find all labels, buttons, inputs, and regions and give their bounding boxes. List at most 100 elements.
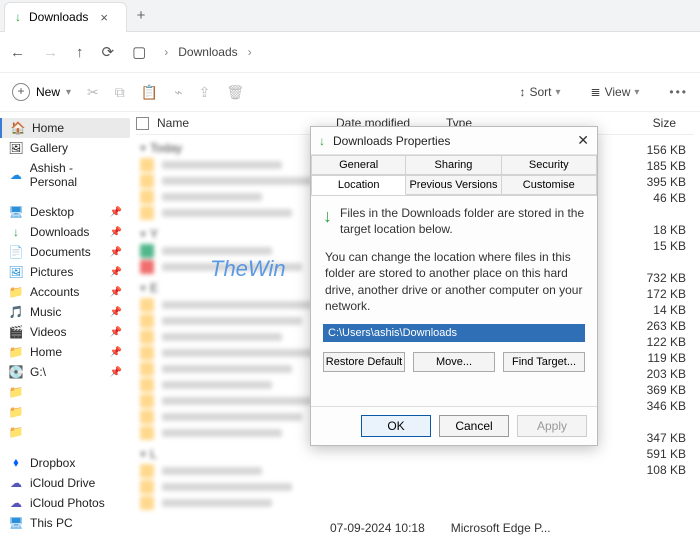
- tab-general[interactable]: General: [311, 155, 406, 175]
- pin-icon: 📌: [110, 287, 122, 298]
- apply-button[interactable]: Apply: [517, 415, 587, 437]
- close-tab-icon[interactable]: ×: [96, 10, 112, 25]
- file-type: Microsoft Edge P...: [451, 521, 551, 535]
- find-target-button[interactable]: Find Target...: [503, 352, 585, 372]
- pin-icon: 📌: [110, 247, 122, 258]
- more-icon[interactable]: •••: [669, 85, 688, 99]
- sidebar-item-music[interactable]: 🎵Music📌: [0, 302, 130, 322]
- sort-button[interactable]: ↕ Sort ▾: [519, 85, 560, 99]
- paste-icon[interactable]: 📋: [141, 84, 158, 101]
- move-button[interactable]: Move...: [413, 352, 495, 372]
- sidebar-item-pictures[interactable]: 🖼Pictures📌: [0, 262, 130, 282]
- download-icon: ↓: [8, 225, 24, 239]
- download-icon: ↓: [323, 206, 332, 227]
- forward-icon[interactable]: →: [43, 44, 58, 61]
- tab-strip: General Sharing Security Location Previo…: [311, 155, 597, 196]
- tab-sharing[interactable]: Sharing: [406, 155, 501, 175]
- share-icon[interactable]: ⇪: [199, 84, 211, 101]
- sidebar-item-thispc[interactable]: 🖥This PC: [0, 513, 130, 533]
- pin-icon: 📌: [110, 207, 122, 218]
- breadcrumb-downloads[interactable]: Downloads: [178, 45, 237, 59]
- tab-customise[interactable]: Customise: [502, 175, 597, 195]
- pc-icon: 🖥: [8, 516, 24, 530]
- pin-icon: 📌: [110, 267, 122, 278]
- folder-icon: 📁: [8, 405, 24, 419]
- tab-previous-versions[interactable]: Previous Versions: [406, 175, 501, 195]
- dropbox-icon: ⬧: [8, 455, 24, 470]
- new-tab-button[interactable]: +: [127, 7, 155, 24]
- sidebar-item-desktop[interactable]: 🖥Desktop📌: [0, 202, 130, 222]
- music-icon: 🎵: [8, 305, 24, 319]
- properties-dialog: ↓ Downloads Properties ✕ General Sharing…: [310, 126, 598, 446]
- sort-icon: ↕: [519, 85, 525, 99]
- sidebar-item-folder[interactable]: 📁: [0, 402, 130, 422]
- cloud-icon: ☁: [8, 496, 24, 510]
- view-icon: ≣: [591, 85, 601, 99]
- pin-icon: 📌: [110, 227, 122, 238]
- sidebar-item-home2[interactable]: 📁Home📌: [0, 342, 130, 362]
- chevron-right-icon[interactable]: ›: [164, 45, 168, 59]
- folder-icon: 📁: [8, 425, 24, 439]
- cancel-button[interactable]: Cancel: [439, 415, 509, 437]
- cut-icon[interactable]: ✂: [87, 84, 99, 101]
- view-button[interactable]: ≣ View ▾: [591, 85, 640, 99]
- sidebar-item-videos[interactable]: 🎬Videos📌: [0, 322, 130, 342]
- chevron-right-icon[interactable]: ›: [248, 45, 252, 59]
- sidebar-item-folder[interactable]: 📁: [0, 382, 130, 402]
- pin-icon: 📌: [110, 307, 122, 318]
- sidebar-item-documents[interactable]: 📄Documents📌: [0, 242, 130, 262]
- chevron-down-icon: ▾: [66, 87, 71, 98]
- info-line-1: Files in the Downloads folder are stored…: [340, 206, 585, 237]
- download-icon: ↓: [15, 10, 21, 24]
- folder-icon: 📁: [8, 285, 24, 299]
- drive-icon: 💽: [8, 365, 24, 379]
- sidebar-item-dropbox[interactable]: ⬧Dropbox: [0, 452, 130, 473]
- sidebar-item-onedrive[interactable]: ☁Ashish - Personal: [0, 158, 130, 192]
- cloud-icon: ☁: [8, 168, 24, 182]
- gallery-icon: 🖼: [8, 141, 24, 155]
- select-all-checkbox[interactable]: [136, 117, 149, 130]
- pin-icon: 📌: [110, 347, 122, 358]
- restore-default-button[interactable]: Restore Default: [323, 352, 405, 372]
- chevron-down-icon: ▾: [634, 87, 639, 98]
- navigation-pane: 🏠Home 🖼Gallery ☁Ashish - Personal 🖥Deskt…: [0, 112, 130, 539]
- tab-security[interactable]: Security: [502, 155, 597, 175]
- location-path-input[interactable]: [323, 324, 585, 342]
- copy-icon[interactable]: ⧉: [115, 84, 125, 101]
- col-name[interactable]: Name: [157, 116, 189, 130]
- cloud-icon: ☁: [8, 476, 24, 490]
- sidebar-item-gdrive[interactable]: 💽G:\📌: [0, 362, 130, 382]
- delete-icon[interactable]: 🗑: [226, 84, 244, 101]
- tab-location[interactable]: Location: [311, 175, 406, 195]
- home-icon: 🏠: [10, 121, 26, 135]
- tab-label: Downloads: [29, 10, 88, 24]
- download-icon: ↓: [319, 134, 325, 148]
- pin-icon: 📌: [110, 367, 122, 378]
- video-icon: 🎬: [8, 325, 24, 339]
- refresh-icon[interactable]: ⟳: [102, 43, 115, 61]
- sidebar-item-iclouddrive[interactable]: ☁iCloud Drive: [0, 473, 130, 493]
- sidebar-item-folder[interactable]: 📁: [0, 422, 130, 442]
- pictures-icon: 🖼: [8, 265, 24, 279]
- chevron-down-icon: ▾: [140, 141, 146, 155]
- monitor-icon[interactable]: ▢: [132, 43, 146, 61]
- document-icon: 📄: [8, 245, 24, 259]
- up-icon[interactable]: ↑: [76, 44, 84, 61]
- ok-button[interactable]: OK: [361, 415, 431, 437]
- sidebar-item-accounts[interactable]: 📁Accounts📌: [0, 282, 130, 302]
- close-icon[interactable]: ✕: [577, 132, 589, 149]
- back-icon[interactable]: ←: [10, 44, 25, 61]
- sidebar-item-gallery[interactable]: 🖼Gallery: [0, 138, 130, 158]
- sidebar-item-home[interactable]: 🏠Home: [0, 118, 130, 138]
- window-tab[interactable]: ↓ Downloads ×: [4, 2, 127, 32]
- rename-icon[interactable]: ⌁: [174, 84, 182, 101]
- dialog-title: Downloads Properties: [333, 134, 569, 148]
- sidebar-item-icloudphotos[interactable]: ☁iCloud Photos: [0, 493, 130, 513]
- size-column-values: 156 KB185 KB395 KB46 KB18 KB15 KB732 KB1…: [647, 142, 686, 478]
- plus-icon: +: [12, 83, 30, 101]
- file-date: 07-09-2024 10:18: [330, 521, 425, 535]
- folder-icon: 📁: [8, 385, 24, 399]
- folder-icon: 📁: [8, 345, 24, 359]
- new-button[interactable]: + New ▾: [12, 83, 71, 101]
- sidebar-item-downloads[interactable]: ↓Downloads📌: [0, 222, 130, 242]
